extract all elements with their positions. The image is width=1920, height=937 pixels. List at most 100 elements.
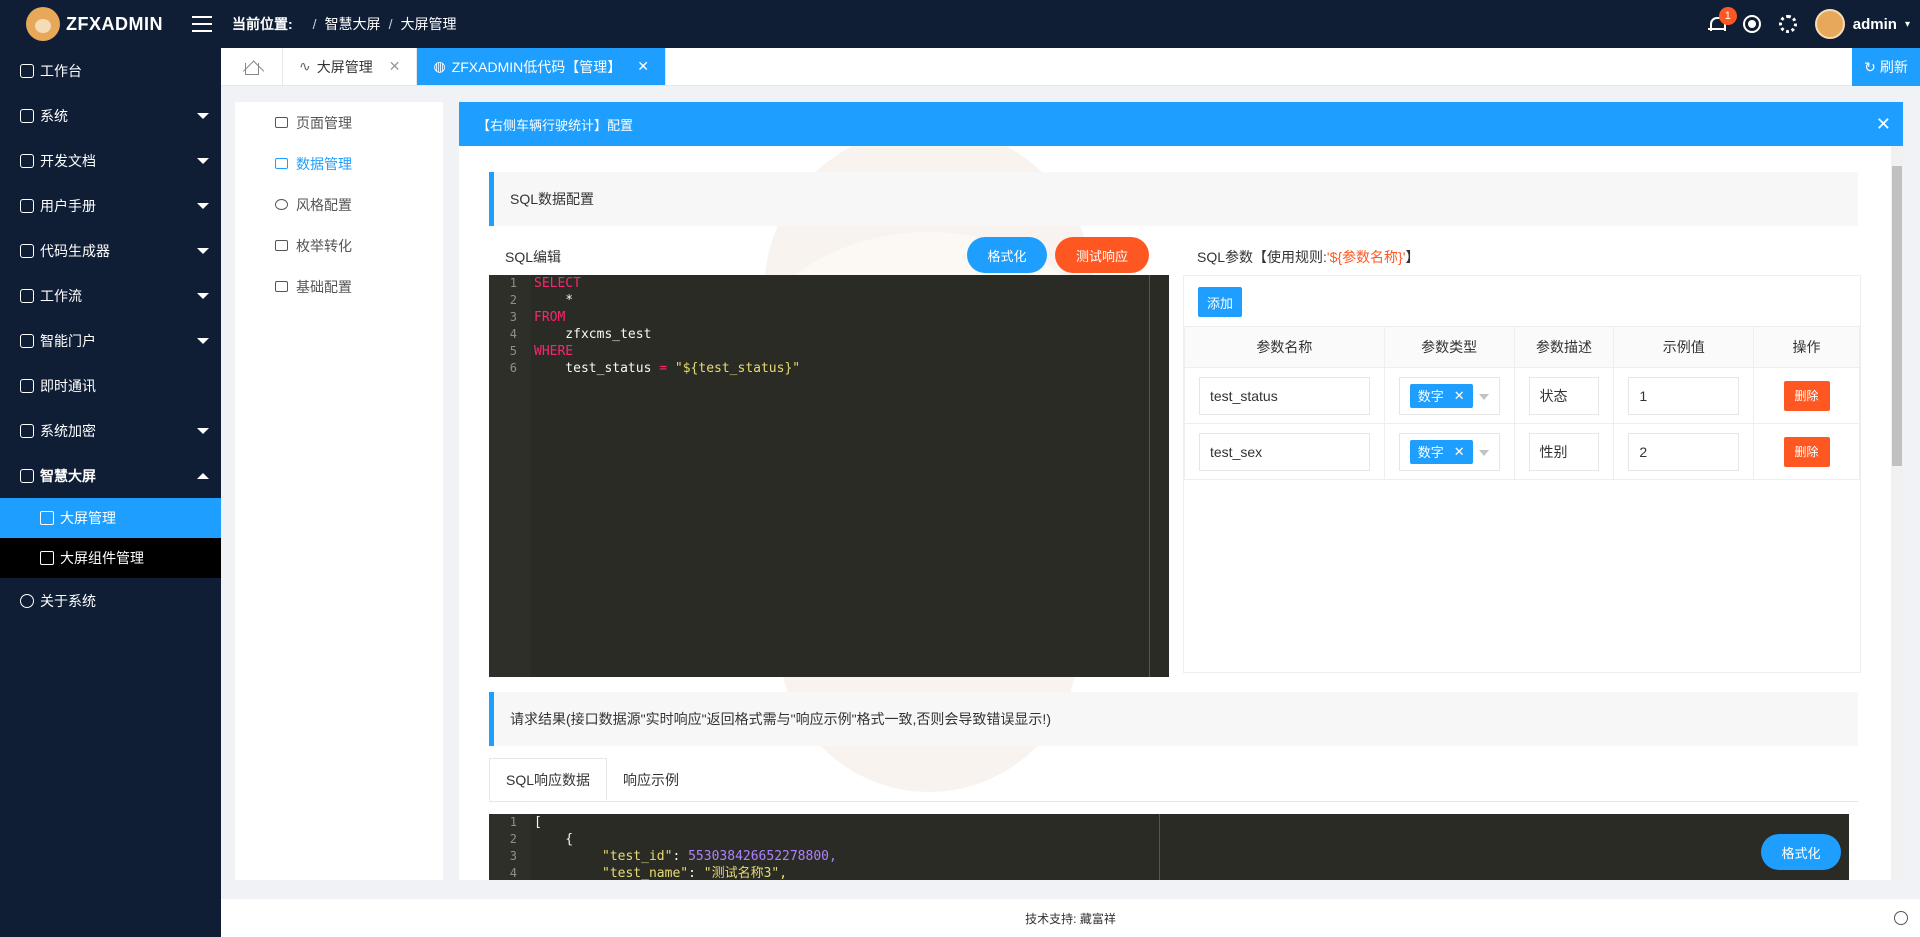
- delete-param-button[interactable]: 删除: [1783, 380, 1830, 411]
- add-param-button[interactable]: 添加: [1198, 287, 1242, 317]
- bell-icon[interactable]: 1: [1707, 7, 1737, 33]
- content-area: 页面管理 数据管理 风格配置 枚举转化 基础配置 【右侧车辆行驶统计】配置 ✕ …: [221, 86, 1920, 881]
- sql-editor[interactable]: 1 SELECT 2 * 3 FROM 4 zfxcms_test 5 WHERE 6…: [489, 275, 1169, 677]
- caret-down-icon: [197, 113, 209, 119]
- sql-section-title: SQL数据配置: [489, 172, 1858, 226]
- config-menu-data[interactable]: 数据管理: [235, 143, 443, 184]
- caret-down-icon: [197, 203, 209, 209]
- sidebar-item-smart-screen[interactable]: 智慧大屏: [0, 453, 221, 498]
- chevron-down-icon: ▾: [1904, 18, 1910, 30]
- close-icon[interactable]: ✕: [1454, 444, 1465, 460]
- result-format-button[interactable]: 格式化: [1761, 834, 1841, 870]
- close-icon[interactable]: ✕: [389, 58, 401, 75]
- column-header: 参数名称: [1184, 326, 1385, 368]
- result-tabs: SQL响应数据 响应示例: [489, 758, 1858, 802]
- param-name-input[interactable]: test_sex: [1199, 432, 1370, 471]
- dialog-title: 【右侧车辆行驶统计】配置: [477, 117, 634, 133]
- config-dialog: 【右侧车辆行驶统计】配置 ✕ SQL数据配置 SQL编辑 格式化 测试响应 1S…: [459, 102, 1903, 880]
- menu-toggle-icon[interactable]: [192, 16, 214, 32]
- param-example-input[interactable]: 1: [1628, 376, 1740, 415]
- refresh-icon: ↻: [1864, 58, 1876, 75]
- avatar: [1814, 9, 1845, 39]
- config-menu-page[interactable]: 页面管理: [235, 102, 443, 143]
- sidebar-item-workflow[interactable]: 工作流: [0, 273, 221, 318]
- dialog-scrollbar[interactable]: [1891, 146, 1903, 880]
- delete-param-button[interactable]: 删除: [1783, 436, 1830, 467]
- code-line: 3 FROM: [509, 310, 566, 325]
- sql-edit-label: SQL编辑: [505, 249, 562, 265]
- column-header: 示例值: [1613, 326, 1755, 368]
- home-icon: [244, 62, 259, 75]
- sidebar-item-user-manual[interactable]: 用户手册: [0, 183, 221, 228]
- grid-icon: [20, 108, 34, 123]
- info-icon: [20, 593, 34, 608]
- result-editor[interactable]: 1[ 2 { 3 "test_id": 553038426652278800, 4…: [489, 814, 1849, 880]
- tab-response-example[interactable]: 响应示例: [607, 758, 695, 801]
- columns-icon: [275, 240, 288, 251]
- tab-screen-manage[interactable]: ∿ 大屏管理 ✕: [283, 48, 418, 85]
- param-desc-input[interactable]: 性别: [1528, 432, 1600, 471]
- sidebar-item-system[interactable]: 系统: [0, 93, 221, 138]
- sidebar-item-dev-docs[interactable]: 开发文档: [0, 138, 221, 183]
- tab-sql-response[interactable]: SQL响应数据: [489, 758, 608, 801]
- param-desc-input[interactable]: 状态: [1528, 376, 1600, 415]
- code-line: 2 {: [509, 832, 574, 847]
- tools-icon: [275, 281, 288, 292]
- caret-down-icon: [197, 338, 209, 344]
- book-icon: [20, 153, 34, 168]
- sidebar-item-about[interactable]: 关于系统: [0, 578, 221, 623]
- layers-icon: [275, 117, 288, 128]
- theme-icon[interactable]: [1742, 15, 1761, 33]
- close-icon[interactable]: ✕: [1876, 114, 1891, 135]
- column-header: 参数类型: [1383, 326, 1515, 368]
- page-tabs: ∿ 大屏管理 ✕ ◍ ZFXADMIN低代码【管理】 ✕ ↻ 刷新: [221, 48, 1920, 86]
- sidebar-subitem-screen-manage[interactable]: 大屏管理: [0, 498, 221, 538]
- param-name-input[interactable]: test_status: [1199, 376, 1370, 415]
- format-button[interactable]: 格式化: [967, 237, 1047, 273]
- caret-down-icon: [197, 248, 209, 254]
- config-menu-basic[interactable]: 基础配置: [235, 266, 443, 307]
- code-line: 2 *: [509, 293, 574, 308]
- close-icon[interactable]: ✕: [1454, 388, 1465, 404]
- sidebar-item-workbench[interactable]: 工作台: [0, 48, 221, 93]
- sidebar-item-code-generator[interactable]: 代码生成器: [0, 228, 221, 273]
- pulse-icon: ∿: [299, 58, 311, 74]
- sidebar-item-im[interactable]: 即时通讯: [0, 363, 221, 408]
- dialog-header: 【右侧车辆行驶统计】配置 ✕: [459, 102, 1903, 146]
- gear-icon[interactable]: [1778, 15, 1797, 33]
- caret-up-icon: [197, 473, 209, 479]
- sidebar: 工作台 系统 开发文档 用户手册 代码生成器 工作流 智能门户 即时通讯 系统加…: [0, 48, 221, 937]
- sidebar-item-encryption[interactable]: 系统加密: [0, 408, 221, 453]
- breadcrumb-item-smart-screen[interactable]: 智慧大屏: [325, 14, 381, 34]
- support-icon[interactable]: [1894, 911, 1908, 925]
- breadcrumb-item-screen-manage[interactable]: 大屏管理: [400, 14, 456, 34]
- column-header: 操作: [1753, 326, 1860, 368]
- table-row: test_status 数字 ✕ 状态 1 删除: [1184, 367, 1860, 424]
- app-logo[interactable]: ZFXADMIN: [0, 0, 220, 48]
- scroll-thumb[interactable]: [1892, 166, 1902, 466]
- code-line: 1[: [509, 815, 542, 830]
- type-tag: 数字 ✕: [1409, 383, 1473, 408]
- code-icon: [20, 243, 34, 258]
- code-line: 4 zfxcms_test: [509, 327, 652, 342]
- refresh-button[interactable]: ↻ 刷新: [1852, 48, 1920, 86]
- param-example-input[interactable]: 2: [1628, 432, 1740, 471]
- top-header: ZFXADMIN 当前位置: / 智慧大屏 / 大屏管理 1 admin ▾: [0, 0, 1920, 48]
- tab-lowcode-manage[interactable]: ◍ ZFXADMIN低代码【管理】 ✕: [417, 48, 666, 85]
- param-type-select[interactable]: 数字 ✕: [1398, 376, 1500, 415]
- tab-home[interactable]: [221, 48, 283, 85]
- test-response-button[interactable]: 测试响应: [1055, 237, 1149, 273]
- table-row: test_sex 数字 ✕ 性别 2 删除: [1184, 423, 1860, 480]
- sidebar-item-portal[interactable]: 智能门户: [0, 318, 221, 363]
- param-type-select[interactable]: 数字 ✕: [1398, 432, 1500, 471]
- close-icon[interactable]: ✕: [637, 58, 649, 75]
- globe-icon: [20, 333, 34, 348]
- user-menu[interactable]: admin ▾: [1814, 9, 1910, 39]
- caret-down-icon: [197, 293, 209, 299]
- sidebar-subitem-screen-components[interactable]: 大屏组件管理: [0, 538, 221, 578]
- params-table: 参数名称 参数类型 参数描述 示例值 操作 test_status 数字 ✕ 状态…: [1184, 326, 1860, 480]
- column-header: 参数描述: [1513, 326, 1615, 368]
- config-menu-enum[interactable]: 枚举转化: [235, 225, 443, 266]
- layers-icon: [275, 158, 288, 169]
- config-menu-style[interactable]: 风格配置: [235, 184, 443, 225]
